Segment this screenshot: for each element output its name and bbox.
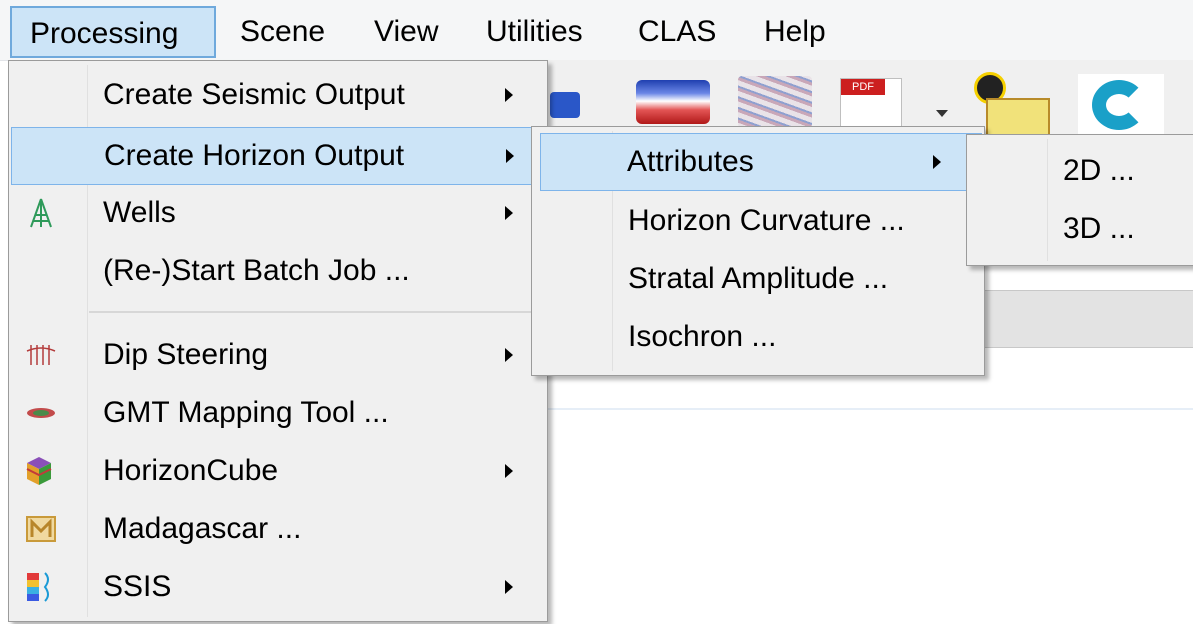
dip-steering-icon	[26, 345, 56, 365]
menu-utilities-label: Utilities	[486, 15, 583, 48]
menu-item-gmt-mapping-tool[interactable]: GMT Mapping Tool ...	[11, 385, 545, 441]
submenu-arrow-icon	[505, 348, 513, 362]
menu-processing-label: Processing	[30, 17, 179, 50]
clas-logo-icon[interactable]	[1078, 74, 1164, 136]
menu-item-label: Attributes	[627, 145, 754, 178]
menu-item-label: HorizonCube	[103, 454, 279, 487]
toolbar: PDF	[548, 60, 1193, 136]
submenu-arrow-icon	[505, 88, 513, 102]
processing-menu: Create Seismic Output Create Horizon Out…	[8, 60, 548, 622]
dropdown-arrow-icon[interactable]	[936, 110, 948, 117]
menu-item-label: Create Horizon Output	[104, 139, 405, 172]
menu-item-label: 2D ...	[1063, 154, 1135, 187]
menu-separator	[89, 311, 543, 313]
menu-item-dip-steering[interactable]: Dip Steering	[11, 327, 545, 383]
menu-view[interactable]: View	[358, 6, 454, 58]
menu-item-madagascar[interactable]: Madagascar ...	[11, 501, 545, 557]
menu-bar: Processing Scene View Utilities CLAS Hel…	[0, 0, 1193, 61]
menu-item-attributes[interactable]: Attributes	[540, 133, 982, 191]
menu-scene[interactable]: Scene	[224, 6, 341, 58]
menu-item-create-horizon-output[interactable]: Create Horizon Output	[11, 127, 545, 185]
menu-item-attributes-2d[interactable]: 2D ...	[969, 143, 1193, 199]
wells-derrick-icon	[30, 198, 52, 228]
horizon-display-icon[interactable]	[636, 80, 710, 124]
menu-item-create-seismic-output[interactable]: Create Seismic Output	[11, 67, 545, 123]
menu-item-horizon-curvature[interactable]: Horizon Curvature ...	[534, 193, 982, 249]
seismic-display-icon[interactable]	[550, 92, 580, 118]
menu-item-restart-batch-job[interactable]: (Re-)Start Batch Job ...	[11, 243, 545, 299]
madagascar-icon	[26, 516, 56, 542]
menu-help[interactable]: Help	[748, 6, 842, 58]
menu-item-label: SSIS	[103, 570, 172, 603]
menu-clas-label: CLAS	[638, 15, 717, 48]
menu-item-label: Create Seismic Output	[103, 78, 405, 111]
submenu-arrow-icon	[933, 155, 941, 169]
menu-item-wells[interactable]: Wells	[11, 185, 545, 241]
menu-item-attributes-3d[interactable]: 3D ...	[969, 201, 1193, 257]
menu-item-label: Madagascar ...	[103, 512, 302, 545]
horizon-output-submenu: Attributes Horizon Curvature ... Stratal…	[531, 126, 985, 376]
pdf-export-icon[interactable]: PDF	[840, 78, 902, 132]
attributes-submenu: 2D ... 3D ...	[966, 134, 1193, 266]
menu-item-label: (Re-)Start Batch Job ...	[103, 254, 410, 287]
submenu-arrow-icon	[506, 149, 514, 163]
menu-processing[interactable]: Processing	[10, 6, 216, 58]
menu-item-stratal-amplitude[interactable]: Stratal Amplitude ...	[534, 251, 982, 307]
submenu-arrow-icon	[505, 464, 513, 478]
lamp-icon[interactable]	[968, 72, 1052, 136]
menu-item-isochron[interactable]: Isochron ...	[534, 309, 982, 365]
menu-scene-label: Scene	[240, 15, 326, 48]
submenu-arrow-icon	[505, 206, 513, 220]
gmt-map-icon	[27, 408, 55, 418]
menu-item-label: Dip Steering	[103, 338, 269, 371]
menu-item-horizoncube[interactable]: HorizonCube	[11, 443, 545, 499]
menu-item-label: GMT Mapping Tool ...	[103, 396, 389, 429]
menu-item-label: Stratal Amplitude ...	[628, 262, 889, 295]
menu-view-label: View	[374, 15, 439, 48]
menu-item-label: Horizon Curvature ...	[628, 204, 905, 237]
horizoncube-icon	[26, 457, 52, 485]
menu-utilities[interactable]: Utilities	[470, 6, 599, 58]
pdf-label: PDF	[841, 79, 885, 95]
menu-item-label: 3D ...	[1063, 212, 1135, 245]
submenu-arrow-icon	[505, 580, 513, 594]
seismic-section-icon[interactable]	[738, 76, 812, 128]
menu-item-label: Isochron ...	[628, 320, 777, 353]
panel-divider	[548, 408, 1193, 410]
menu-help-label: Help	[764, 15, 826, 48]
ssis-icon	[27, 572, 49, 602]
menu-clas[interactable]: CLAS	[622, 6, 732, 58]
menu-item-ssis[interactable]: SSIS	[11, 559, 545, 615]
menu-item-label: Wells	[103, 196, 176, 229]
